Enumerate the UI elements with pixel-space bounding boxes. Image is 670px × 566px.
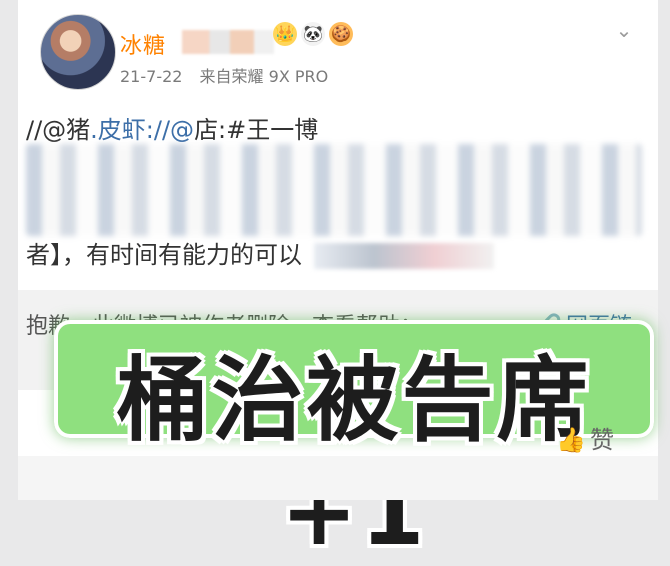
repost-chain-line: //@猪.皮虾://@店:#王一博: [26, 110, 646, 145]
like-button[interactable]: 👍 赞: [556, 420, 614, 455]
blurred-username-tail: [182, 30, 274, 54]
repost-rest: 店:#王一博: [194, 116, 319, 144]
blurred-post-content: [26, 144, 642, 236]
user-badges: 👑 🐼 🍪: [273, 22, 353, 46]
username[interactable]: 冰糖: [120, 28, 166, 60]
chevron-down-icon[interactable]: ⌄: [614, 20, 634, 40]
repost-mention[interactable]: .皮虾://@: [90, 116, 194, 144]
like-label: 赞: [590, 426, 614, 454]
post-source: 来自荣耀 9X PRO: [199, 67, 329, 86]
post-date: 21-7-22: [120, 67, 183, 86]
blurred-text-tail: [313, 243, 494, 269]
post-content-line: 者】，有时间有能力的可以: [26, 235, 494, 270]
panda-badge-icon: 🐼: [301, 22, 325, 46]
bottom-bar: [18, 456, 658, 500]
post-meta: 21-7-22 来自荣耀 9X PRO: [120, 63, 328, 87]
crown-badge-icon: 👑: [273, 22, 297, 46]
post-content-text: 者】，有时间有能力的可以: [26, 241, 302, 269]
thumb-up-icon: 👍: [556, 426, 586, 454]
user-avatar[interactable]: [40, 14, 116, 90]
repost-prefix: //@猪: [26, 116, 91, 144]
weibo-post-card: 冰糖 👑 🐼 🍪 21-7-22 来自荣耀 9X PRO ⌄ //@猪.皮虾:/…: [18, 0, 658, 566]
cookie-badge-icon: 🍪: [329, 22, 353, 46]
